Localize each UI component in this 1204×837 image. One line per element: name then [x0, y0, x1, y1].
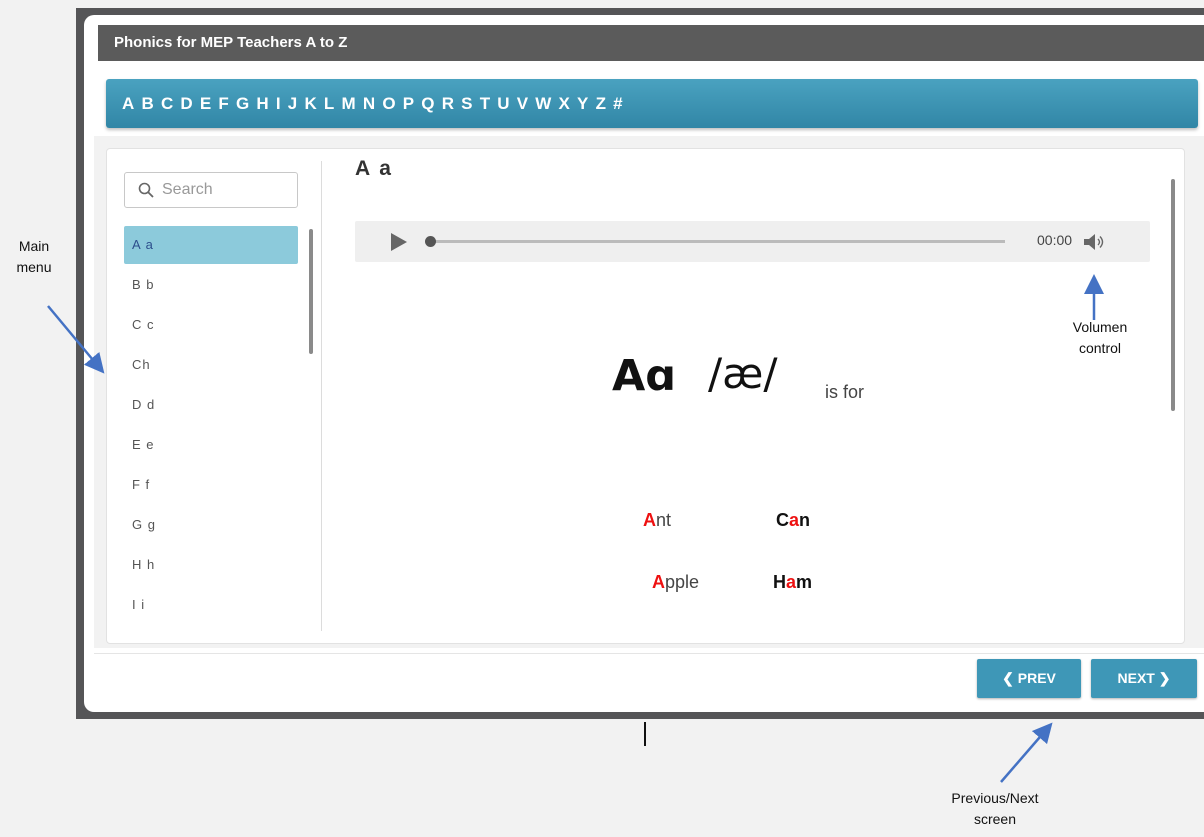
annotation-prevnext-line2: screen [973, 811, 1017, 827]
annotation-main-menu-line1: Main [18, 238, 50, 254]
alphabet-letter-o[interactable]: O [382, 94, 395, 114]
annotation-volume: Volumen control [1070, 317, 1130, 359]
alphabet-letter-e[interactable]: E [200, 94, 211, 114]
content-panel: A aB bC cChD dE eF fG gH hI i A a 00:00 [106, 148, 1185, 644]
alphabet-letter-n[interactable]: N [363, 94, 375, 114]
annotation-volume-line2: control [1078, 340, 1122, 356]
menu-item[interactable]: A a [124, 226, 298, 264]
phoneme: /æ/ [708, 349, 778, 398]
alphabet-letter-r[interactable]: R [442, 94, 454, 114]
word-pre: C [776, 510, 789, 530]
menu-item[interactable]: H h [124, 546, 298, 584]
word-rest: n [799, 510, 811, 530]
main-menu: A aB bC cChD dE eF fG gH hI i [107, 149, 321, 643]
alphabet-letter-b[interactable]: B [141, 94, 153, 114]
word-apple: Apple [652, 572, 699, 593]
arrow-prevnext [1000, 722, 1053, 783]
alphabet-letter-u[interactable]: U [497, 94, 509, 114]
alphabet-letter-hash[interactable]: # [613, 94, 622, 114]
footer-divider [94, 653, 1204, 654]
alphabet-letter-a[interactable]: A [122, 94, 134, 114]
annotation-main-menu-line2: menu [16, 259, 52, 275]
alphabet-letter-l[interactable]: L [324, 94, 334, 114]
alphabet-letter-j[interactable]: J [288, 94, 297, 114]
word-rest: nt [656, 510, 672, 530]
alphabet-letter-x[interactable]: X [559, 94, 570, 114]
word-rest: pple [665, 572, 700, 592]
letter-display: Aɑ [612, 351, 677, 401]
progress-track[interactable] [429, 240, 1005, 243]
word-highlight: A [652, 572, 665, 592]
text-cursor [644, 722, 646, 746]
word-rest: m [796, 572, 813, 592]
app-window: Phonics for MEP Teachers A to Z ABCDEFGH… [76, 8, 1204, 719]
menu-item[interactable]: C c [124, 306, 298, 344]
alphabet-letter-z[interactable]: Z [596, 94, 606, 114]
alphabet-letter-v[interactable]: V [517, 94, 528, 114]
content-area: A aB bC cChD dE eF fG gH hI i A a 00:00 [94, 136, 1204, 648]
word-highlight: a [786, 572, 797, 592]
alphabet-letter-i[interactable]: I [276, 94, 281, 114]
alphabet-letter-k[interactable]: K [304, 94, 316, 114]
alphabet-bar: A B C D E F G H I J K L M N O P Q R S T U V W X Y Z # [106, 79, 1198, 128]
audio-player: 00:00 [355, 221, 1150, 262]
main-scrollbar[interactable] [1171, 179, 1175, 411]
menu-item[interactable]: E e [124, 426, 298, 464]
word-ant: Ant [643, 510, 671, 531]
menu-item[interactable]: F f [124, 466, 298, 504]
alphabet-letter-c[interactable]: C [161, 94, 173, 114]
chevron-left-icon: ❮ [1002, 670, 1018, 686]
chevron-right-icon: ❯ [1154, 670, 1171, 686]
menu-item[interactable]: Ch [124, 346, 298, 384]
alphabet-letter-g[interactable]: G [236, 94, 249, 114]
search-box[interactable] [124, 172, 298, 208]
search-input[interactable] [160, 180, 294, 200]
word-ham: Ham [773, 572, 812, 593]
menu-item[interactable]: D d [124, 386, 298, 424]
alphabet-letter-m[interactable]: M [342, 94, 356, 114]
annotation-volume-line1: Volumen [1072, 319, 1128, 335]
alphabet-letter-y[interactable]: Y [577, 94, 588, 114]
volume-icon[interactable] [1082, 233, 1112, 251]
next-label: NEXT [1117, 670, 1155, 686]
menu-item[interactable]: B b [124, 266, 298, 304]
page-title: A a [355, 157, 393, 180]
alphabet-letter-h[interactable]: H [256, 94, 268, 114]
time-display: 00:00 [1037, 232, 1073, 248]
progress-knob[interactable] [425, 236, 436, 247]
menu-item[interactable]: I i [124, 586, 298, 624]
next-button[interactable]: NEXT ❯ [1091, 659, 1197, 698]
word-pre: H [773, 572, 786, 592]
is-for-label: is for [825, 382, 865, 402]
sidebar-scrollbar[interactable] [309, 229, 313, 354]
word-highlight: a [789, 510, 800, 530]
alphabet-letter-w[interactable]: W [535, 94, 551, 114]
alphabet-letter-t[interactable]: T [480, 94, 490, 114]
search-icon [138, 182, 154, 198]
alphabet-letter-s[interactable]: S [461, 94, 472, 114]
word-highlight: A [643, 510, 656, 530]
alphabet-letter-p[interactable]: P [403, 94, 414, 114]
app-body: Phonics for MEP Teachers A to Z ABCDEFGH… [84, 15, 1204, 712]
annotation-main-menu: Main menu [4, 236, 64, 278]
annotation-prevnext-line1: Previous/Next [951, 790, 1039, 806]
divider [321, 161, 322, 631]
alphabet-letter-q[interactable]: Q [421, 94, 434, 114]
prev-button[interactable]: ❮ PREV [977, 659, 1081, 698]
word-can: Can [776, 510, 810, 531]
prev-label: PREV [1017, 670, 1056, 686]
menu-item[interactable]: G g [124, 506, 298, 544]
alphabet-letter-f[interactable]: F [218, 94, 228, 114]
app-title: Phonics for MEP Teachers A to Z [98, 25, 1204, 61]
alphabet-letter-d[interactable]: D [180, 94, 192, 114]
play-icon[interactable] [391, 233, 407, 251]
annotation-prevnext: Previous/Next screen [940, 788, 1050, 830]
